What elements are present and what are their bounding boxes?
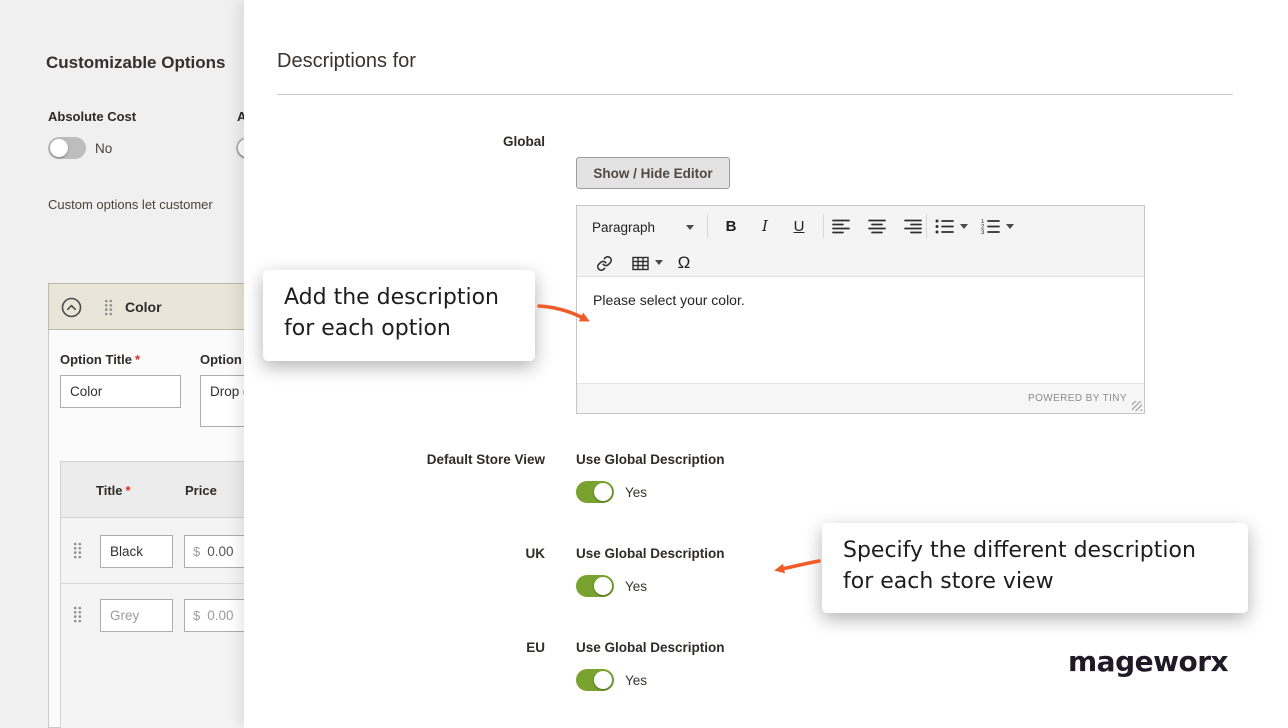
- format-dropdown[interactable]: Paragraph: [587, 214, 699, 240]
- modal-title: Descriptions for: [277, 50, 416, 73]
- numbered-list-icon[interactable]: 123: [981, 219, 1000, 234]
- editor-toolbar: Paragraph B I U: [577, 206, 1144, 277]
- option-title-label-text: Option Title: [60, 352, 132, 367]
- use-global-description-label: Use Global Description: [576, 546, 725, 561]
- descriptions-modal: Descriptions for Global Show / Hide Edit…: [244, 0, 1288, 728]
- toolbar-divider: [823, 214, 824, 238]
- option-type-select[interactable]: Drop down: [200, 375, 244, 427]
- align-left-icon: [832, 219, 850, 234]
- svg-text:3: 3: [981, 230, 985, 234]
- use-global-description-label: Use Global Description: [576, 452, 725, 467]
- italic-button[interactable]: I: [749, 213, 781, 239]
- screenshot-root: Customizable Options Absolute Cost No A …: [0, 0, 1288, 728]
- editor-status-bar: POWERED BY TINY: [577, 383, 1144, 413]
- chevron-down-icon[interactable]: [655, 260, 663, 265]
- show-hide-editor-button[interactable]: Show / Hide Editor: [576, 157, 730, 189]
- row-divider: [60, 583, 244, 584]
- option-name: Color: [125, 299, 162, 315]
- toggle-knob: [594, 483, 612, 501]
- resize-handle-icon[interactable]: [1132, 401, 1142, 411]
- drag-handle-icon[interactable]: [104, 299, 113, 316]
- link-icon: [596, 255, 613, 272]
- toggle-knob: [594, 577, 612, 595]
- value-price-input[interactable]: [207, 544, 244, 559]
- value-title-input[interactable]: [100, 599, 173, 632]
- insert-link-button[interactable]: [591, 250, 617, 276]
- arrow-right-icon: [536, 297, 594, 335]
- toggle-value-label: Yes: [625, 673, 647, 688]
- absolute-cost-label: Absolute Cost: [48, 109, 136, 124]
- value-price-input[interactable]: [207, 608, 244, 623]
- chevron-down-icon[interactable]: [960, 224, 968, 229]
- background-admin-page: Customizable Options Absolute Cost No A …: [0, 0, 244, 728]
- annotation-callout-editor: Add the description for each option: [263, 270, 535, 361]
- align-center-button[interactable]: [861, 213, 893, 239]
- option-type-value: Drop down: [210, 384, 244, 399]
- option-type-label: Option: [200, 352, 242, 367]
- row-drag-handle-icon[interactable]: [73, 542, 82, 559]
- required-mark: *: [135, 352, 140, 367]
- toggle-knob: [50, 139, 68, 157]
- callout-line: Specify the different description: [843, 535, 1228, 566]
- chevron-down-icon[interactable]: [1006, 224, 1014, 229]
- title-divider: [277, 94, 1233, 95]
- option-title-input[interactable]: [60, 375, 181, 408]
- table-icon: [632, 256, 649, 271]
- insert-table-button[interactable]: [627, 250, 653, 276]
- toolbar-divider: [926, 214, 927, 238]
- mageworx-logo: mageworx: [1068, 645, 1228, 678]
- absolute-cost-toggle-value: No: [95, 141, 112, 156]
- clipped-column-label: A: [237, 109, 244, 124]
- use-global-toggle-uk[interactable]: [576, 575, 614, 597]
- required-mark: *: [126, 483, 131, 498]
- global-scope-label: Global: [244, 134, 545, 149]
- custom-options-help-text: Custom options let customer: [48, 197, 213, 212]
- align-right-button[interactable]: [897, 213, 929, 239]
- annotation-callout-store-view: Specify the different description for ea…: [822, 523, 1248, 613]
- format-dropdown-value: Paragraph: [592, 220, 655, 235]
- callout-line: for each option: [284, 313, 515, 344]
- value-price-field[interactable]: $: [184, 599, 244, 632]
- option-panel-header[interactable]: Color: [48, 283, 244, 330]
- values-price-header: Price: [185, 483, 217, 498]
- callout-line: Add the description: [284, 282, 515, 313]
- wysiwyg-editor: Paragraph B I U: [576, 205, 1145, 414]
- clipped-toggle[interactable]: [236, 137, 244, 159]
- currency-symbol: $: [193, 608, 200, 623]
- toolbar-divider: [707, 214, 708, 238]
- value-title-input[interactable]: [100, 535, 173, 568]
- toggle-value-label: Yes: [625, 579, 647, 594]
- store-view-label-default: Default Store View: [244, 452, 545, 467]
- bold-button[interactable]: B: [715, 213, 747, 239]
- absolute-cost-toggle[interactable]: [48, 137, 86, 159]
- store-view-label-uk: UK: [244, 546, 545, 561]
- underline-button[interactable]: U: [783, 213, 815, 239]
- row-drag-handle-icon[interactable]: [73, 606, 82, 623]
- align-right-icon: [904, 219, 922, 234]
- value-price-field[interactable]: $: [184, 535, 244, 568]
- chevron-down-icon: [686, 225, 694, 230]
- toggle-value-label: Yes: [625, 485, 647, 500]
- bullet-list-icon[interactable]: [935, 219, 954, 234]
- special-character-button[interactable]: Ω: [671, 250, 697, 276]
- editor-content-area[interactable]: Please select your color.: [577, 277, 1144, 384]
- arrow-left-icon: [768, 551, 822, 585]
- option-title-label: Option Title*: [60, 352, 140, 367]
- use-global-description-label: Use Global Description: [576, 640, 725, 655]
- align-center-icon: [868, 219, 886, 234]
- callout-line: for each store view: [843, 566, 1228, 597]
- collapse-icon[interactable]: [61, 297, 82, 318]
- use-global-toggle-eu[interactable]: [576, 669, 614, 691]
- align-left-button[interactable]: [825, 213, 857, 239]
- powered-by-tiny-label: POWERED BY TINY: [1028, 393, 1127, 404]
- use-global-toggle-default[interactable]: [576, 481, 614, 503]
- values-title-header-text: Title: [96, 483, 123, 498]
- currency-symbol: $: [193, 544, 200, 559]
- values-title-header: Title*: [96, 483, 131, 498]
- toggle-knob: [594, 671, 612, 689]
- section-title: Customizable Options: [46, 53, 225, 73]
- store-view-label-eu: EU: [244, 640, 545, 655]
